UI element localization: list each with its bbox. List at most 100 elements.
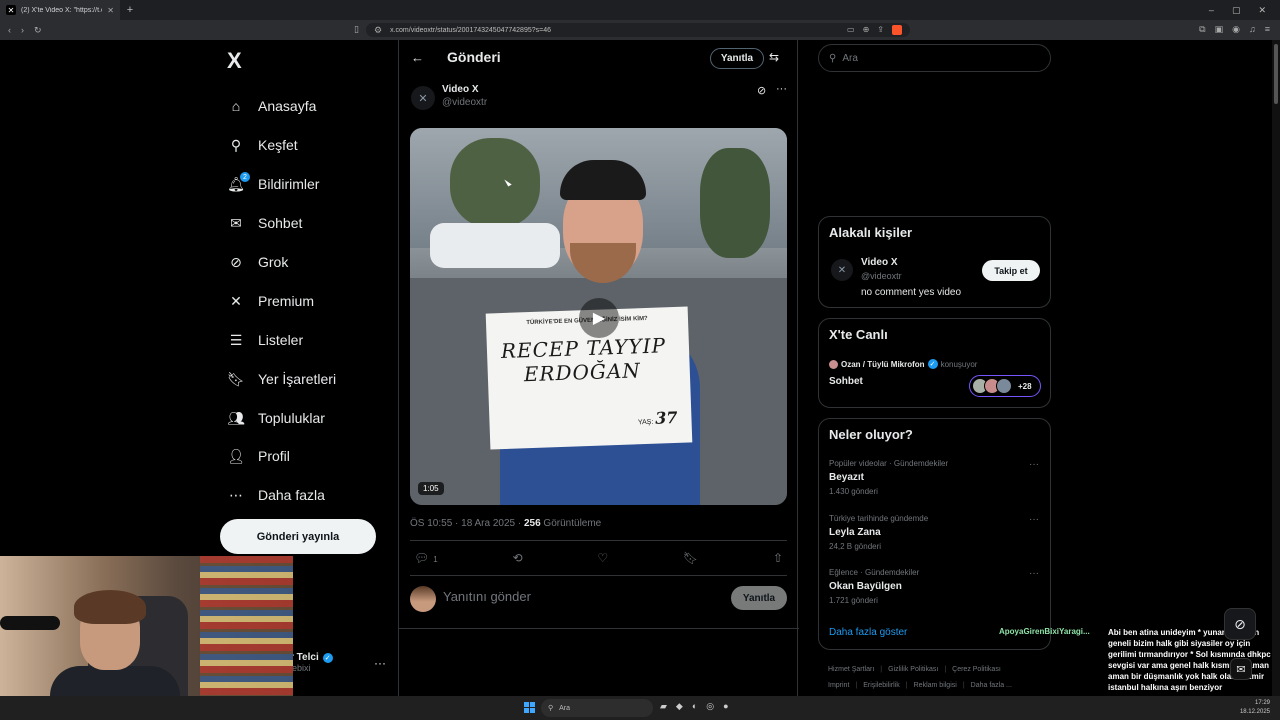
grok-float-icon[interactable]: ⊘	[1224, 608, 1256, 640]
nav-item-9[interactable]: 👤︎ Profil	[227, 448, 290, 465]
search-input[interactable]: ⚲ Ara	[818, 44, 1051, 72]
brave-shield-icon[interactable]	[892, 25, 902, 35]
nav-item-5[interactable]: ✕ Premium	[228, 293, 314, 310]
author-name[interactable]: Video X	[442, 84, 479, 95]
trend-item[interactable]: Eğlence · Gündemdekiler Okan Bayülgen 1.72…	[829, 568, 1039, 605]
windows-start-icon[interactable]	[524, 702, 535, 713]
extension-icon[interactable]: ⧉	[1199, 24, 1205, 35]
reply-submit-button[interactable]: Yanıtla	[731, 586, 787, 610]
live-title: X'te Canlı	[829, 327, 888, 342]
trend-more-icon[interactable]: ···	[1029, 568, 1039, 579]
play-icon[interactable]: ▶	[579, 298, 619, 338]
related-handle[interactable]: @videoxtr	[861, 271, 902, 281]
forward-nav-icon[interactable]: ›	[21, 25, 24, 36]
trend-context: Eğlence · Gündemdekiler	[829, 568, 920, 577]
nav-item-10[interactable]: ⋯ Daha fazla	[228, 487, 325, 504]
media-icon[interactable]: ♫	[1249, 24, 1256, 35]
footer-link[interactable]: Daha fazla ...	[971, 682, 1012, 689]
footer-link[interactable]: Hizmet Şartları	[828, 666, 874, 673]
footer-link[interactable]: Imprint	[828, 682, 849, 689]
bookmark-page-icon[interactable]: ▯	[354, 24, 359, 35]
site-info-icon[interactable]: ⚙	[374, 25, 382, 36]
microphone	[0, 616, 60, 630]
reply-input[interactable]: Yanıtını gönder	[443, 589, 531, 604]
post-actions: 💬︎ 1 ⟲ ♡ 🔖︎ ⇧	[410, 540, 787, 576]
author-handle[interactable]: @videoxtr	[442, 97, 487, 108]
filter-icon[interactable]: ⇆	[769, 50, 779, 64]
browser-tab[interactable]: ✕ (2) X'te Video X: "https://t.co/1F... …	[0, 0, 120, 20]
close-window-icon[interactable]: ✕	[1258, 5, 1266, 16]
tab-close-icon[interactable]: ✕	[107, 6, 114, 15]
x-logo-icon[interactable]: X	[227, 48, 242, 74]
discord-icon[interactable]: ◐	[692, 701, 697, 712]
profile-browser-icon[interactable]: ◉	[1232, 24, 1240, 35]
post-button[interactable]: Gönderi yayınla	[220, 519, 376, 554]
live-listeners[interactable]: +28	[969, 375, 1041, 397]
bookmark-action-icon[interactable]: 🔖︎	[683, 551, 698, 565]
url-field[interactable]: ⚙ x.com/videoxtr/status/2001743245047742…	[366, 23, 910, 37]
maximize-icon[interactable]: ▢	[1232, 5, 1241, 16]
reply-action[interactable]: 💬︎ 1	[414, 551, 438, 565]
zoom-icon[interactable]: ⊕	[863, 25, 870, 35]
share-icon[interactable]: ⇪	[877, 25, 884, 35]
search-placeholder: Ara	[842, 52, 858, 64]
follow-button[interactable]: Takip et	[982, 260, 1040, 281]
messages-float-icon[interactable]: ✉	[1230, 658, 1252, 680]
nav-item-2[interactable]: 🔔︎ 2 Bildirimler	[227, 172, 319, 192]
footer-link[interactable]: Gizlilik Politikası	[888, 666, 938, 673]
wallet-icon[interactable]: ▣	[1215, 24, 1224, 35]
folder-icon[interactable]: ▰	[660, 701, 667, 712]
nav-item-7[interactable]: 🔖︎ Yer İşaretleri	[227, 370, 336, 388]
trend-more-icon[interactable]: ···	[1029, 459, 1039, 470]
share-post-icon[interactable]: ⇧	[773, 551, 783, 565]
show-more-link[interactable]: Daha fazla göster	[829, 627, 907, 638]
my-avatar	[410, 586, 436, 612]
nav-item-0[interactable]: ⌂ Anasayfa	[228, 98, 317, 114]
related-avatar[interactable]: ✕	[831, 259, 853, 281]
related-name[interactable]: Video X	[861, 257, 898, 268]
minimize-icon[interactable]: –	[1209, 5, 1214, 16]
reply-top-button[interactable]: Yanıtla	[710, 48, 764, 69]
nav-item-6[interactable]: ☰ Listeler	[228, 332, 303, 349]
trend-item[interactable]: Popüler videolar · Gündemdekiler Beyazıt 1…	[829, 459, 1039, 496]
scrollbar-thumb[interactable]	[1274, 44, 1278, 104]
brave-icon[interactable]: ◆	[676, 701, 683, 712]
nav-item-8[interactable]: 👥︎ Topluluklar	[227, 410, 325, 427]
verified-icon: ✓	[322, 652, 333, 663]
nav-item-3[interactable]: ✉ Sohbet	[228, 215, 302, 232]
back-arrow-icon[interactable]: ←	[411, 50, 424, 65]
like-icon[interactable]: ♡	[597, 551, 608, 565]
steam-icon[interactable]: ◎	[706, 701, 714, 712]
trend-name: Leyla Zana	[829, 527, 881, 538]
taskbar-clock[interactable]: 17:29 18.12.2025	[1240, 699, 1270, 717]
live-card[interactable]: X'te Canlı Ozan / Tüylü Mikrofon ✓ konuş…	[818, 318, 1051, 408]
footer-link[interactable]: Reklam bilgisi	[914, 682, 957, 689]
bookmark-icon: 🔖︎	[227, 370, 245, 387]
account-more-icon[interactable]: ···	[374, 656, 386, 670]
nav-item-1[interactable]: ⚲ Keşfet	[228, 137, 298, 154]
video-player[interactable]: TÜRKİYE'DE EN GÜVENDİĞİNİZ İSİM KİM? REC…	[410, 128, 787, 505]
footer-link[interactable]: Erişilebilirlik	[863, 682, 900, 689]
cast-icon[interactable]: ▭	[847, 25, 855, 35]
nav-label: Topluluklar	[258, 410, 325, 426]
reload-icon[interactable]: ↻	[34, 25, 42, 36]
post-column: ← Gönderi Yanıtla ⇆ ✕ Video X @videoxtr …	[398, 40, 799, 696]
trend-more-icon[interactable]: ···	[1029, 514, 1039, 525]
taskbar-search[interactable]: ⚲ Ara	[541, 699, 653, 717]
nav-item-4[interactable]: ⊘ Grok	[228, 254, 288, 271]
footer-link[interactable]: Çerez Politikası	[952, 666, 1001, 673]
trend-context: Popüler videolar · Gündemdekiler	[829, 459, 949, 468]
post-more-icon[interactable]: ···	[776, 83, 787, 95]
menu-icon[interactable]: ≡	[1265, 24, 1270, 35]
back-nav-icon[interactable]: ‹	[8, 25, 11, 36]
grok-explain-icon[interactable]: ⊘	[757, 84, 766, 97]
scrollbar[interactable]	[1272, 40, 1280, 696]
repost-icon[interactable]: ⟲	[512, 551, 522, 565]
window-controls: – ▢ ✕	[1209, 5, 1280, 16]
new-tab-button[interactable]: +	[120, 4, 140, 16]
author-avatar[interactable]: ✕	[411, 86, 435, 110]
obs-icon[interactable]: ●	[723, 701, 728, 712]
post-timestamp[interactable]: ÖS 10:55 · 18 Ara 2025 ·	[410, 518, 524, 529]
listener-count: +28	[1018, 381, 1032, 391]
trend-item[interactable]: Türkiye tarihinde gündemde Leyla Zana 24,2…	[829, 514, 1039, 551]
